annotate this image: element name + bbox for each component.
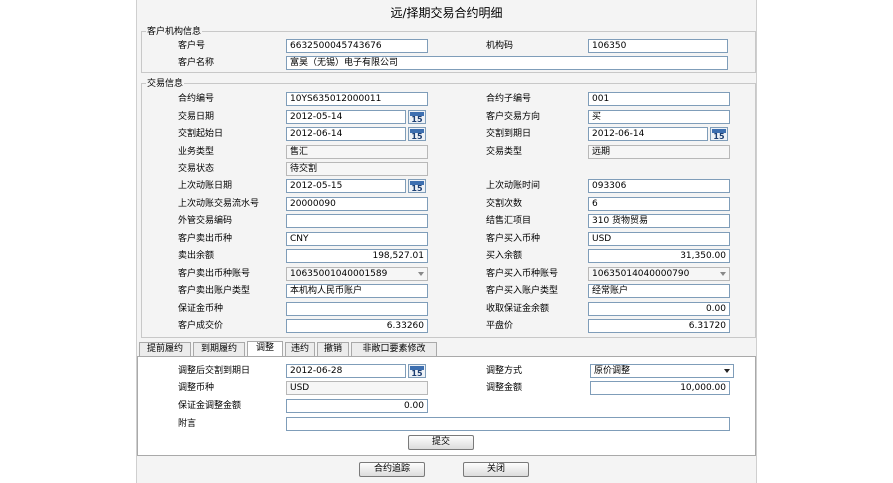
last-seq-field[interactable]: 20000090 <box>286 197 428 211</box>
sell-acct-type-field[interactable]: 本机构人民币账户 <box>286 284 428 298</box>
deal-price-label: 客户成交价 <box>178 321 224 331</box>
org-code-field[interactable]: 106350 <box>588 39 728 53</box>
buy-bal-label: 买入余额 <box>486 251 523 261</box>
tab-early-performance[interactable]: 提前履约 <box>139 342 191 356</box>
settle-item-field[interactable]: 310 货物贸易 <box>588 214 730 228</box>
adjust-amount-label: 调整金额 <box>486 383 523 393</box>
contract-trace-button[interactable]: 合约追踪 <box>359 462 425 477</box>
chevron-down-icon <box>418 272 424 276</box>
margin-bal-field[interactable]: 0.00 <box>588 302 730 316</box>
method-label: 调整方式 <box>486 366 523 376</box>
start-date-field[interactable]: 2012-06-14 <box>286 127 406 141</box>
trade-date-field[interactable]: 2012-05-14 <box>286 110 406 124</box>
close-button[interactable]: 关闭 <box>463 462 529 477</box>
direction-field[interactable]: 买 <box>588 110 730 124</box>
margin-adj-field[interactable]: 0.00 <box>286 399 428 413</box>
flat-price-field[interactable]: 6.31720 <box>588 319 730 333</box>
tab-non-exposure-edit[interactable]: 非敞口要素修改 <box>351 342 437 356</box>
org-code-label: 机构码 <box>486 41 514 51</box>
sell-acct-value: 10635001040001589 <box>290 269 388 279</box>
calendar-icon[interactable]: 15 <box>408 127 426 141</box>
deliv-count-field[interactable]: 6 <box>588 197 730 211</box>
last-time-field[interactable]: 093306 <box>588 179 730 193</box>
new-end-label: 调整后交割到期日 <box>178 366 251 376</box>
chevron-down-icon <box>724 369 730 373</box>
sub-no-field[interactable]: 001 <box>588 92 730 106</box>
submit-button[interactable]: 提交 <box>408 435 474 450</box>
new-end-field[interactable]: 2012-06-28 <box>286 364 406 378</box>
calendar-icon[interactable]: 15 <box>408 179 426 193</box>
method-value: 原价调整 <box>594 366 631 376</box>
tab-default[interactable]: 违约 <box>285 342 315 356</box>
adjust-ccy-field[interactable]: USD <box>286 381 428 395</box>
status-field[interactable]: 待交割 <box>286 162 428 176</box>
status-label: 交易状态 <box>178 164 215 174</box>
end-date-label: 交割到期日 <box>486 129 532 139</box>
trade-date-label: 交易日期 <box>178 112 215 122</box>
last-date-label: 上次动账日期 <box>178 181 233 191</box>
sell-ccy-label: 客户卖出币种 <box>178 234 233 244</box>
contract-no-label: 合约编号 <box>178 94 215 104</box>
last-time-label: 上次动账时间 <box>486 181 541 191</box>
direction-label: 客户交易方向 <box>486 112 541 122</box>
buy-bal-field[interactable]: 31,350.00 <box>588 249 730 263</box>
buy-acct-select[interactable]: 10635014040000790 <box>588 267 730 281</box>
deal-price-field[interactable]: 6.33260 <box>286 319 428 333</box>
trade-type-label: 交易类型 <box>486 147 523 157</box>
adjust-ccy-label: 调整币种 <box>178 383 215 393</box>
adjust-amount-field[interactable]: 10,000.00 <box>590 381 730 395</box>
last-date-field[interactable]: 2012-05-15 <box>286 179 406 193</box>
sell-bal-field[interactable]: 198,527.01 <box>286 249 428 263</box>
end-date-field[interactable]: 2012-06-14 <box>588 127 708 141</box>
margin-ccy-label: 保证金币种 <box>178 304 224 314</box>
cust-no-field[interactable]: 6632500045743676 <box>286 39 428 53</box>
chevron-down-icon <box>720 272 726 276</box>
margin-ccy-field[interactable] <box>286 302 428 316</box>
buy-ccy-label: 客户买入币种 <box>486 234 541 244</box>
cust-name-field[interactable]: 富昊（无锡）电子有限公司 <box>286 56 728 70</box>
last-seq-label: 上次动账交易流水号 <box>178 199 260 209</box>
tab-adjust[interactable]: 调整 <box>247 341 283 356</box>
ext-code-field[interactable] <box>286 214 428 228</box>
trade-type-field[interactable]: 远期 <box>588 145 730 159</box>
contract-no-field[interactable]: 10YS635012000011 <box>286 92 428 106</box>
customer-group-label: 客户机构信息 <box>146 24 203 37</box>
ext-code-label: 外管交易编码 <box>178 216 233 226</box>
calendar-icon[interactable]: 15 <box>408 364 426 378</box>
sell-acct-label: 客户卖出币种账号 <box>178 269 251 279</box>
tab-cancel[interactable]: 撤销 <box>317 342 349 356</box>
sell-bal-label: 卖出余额 <box>178 251 215 261</box>
note-label: 附言 <box>178 419 197 429</box>
buy-acct-label: 客户买入币种账号 <box>486 269 559 279</box>
method-select[interactable]: 原价调整 <box>590 364 734 378</box>
flat-price-label: 平盘价 <box>486 321 514 331</box>
window-title: 远/择期交易合约明细 <box>390 6 503 20</box>
tab-maturity-performance[interactable]: 到期履约 <box>193 342 245 356</box>
margin-adj-label: 保证金调整金额 <box>178 401 242 411</box>
margin-bal-label: 收取保证金余额 <box>486 304 550 314</box>
deliv-count-label: 交割次数 <box>486 199 523 209</box>
buy-acct-type-field[interactable]: 经常账户 <box>588 284 730 298</box>
trade-group-label: 交易信息 <box>146 76 185 89</box>
biz-type-field[interactable]: 售汇 <box>286 145 428 159</box>
start-date-label: 交割起始日 <box>178 129 224 139</box>
sell-ccy-field[interactable]: CNY <box>286 232 428 246</box>
cust-no-label: 客户号 <box>178 41 206 51</box>
cust-name-label: 客户名称 <box>178 58 215 68</box>
sub-no-label: 合约子编号 <box>486 94 532 104</box>
buy-acct-type-label: 客户买入账户类型 <box>486 286 559 296</box>
sell-acct-type-label: 客户卖出账户类型 <box>178 286 251 296</box>
buy-acct-value: 10635014040000790 <box>592 269 690 279</box>
sell-acct-select[interactable]: 10635001040001589 <box>286 267 428 281</box>
biz-type-label: 业务类型 <box>178 147 215 157</box>
settle-item-label: 结售汇项目 <box>486 216 532 226</box>
note-field[interactable] <box>286 417 730 431</box>
calendar-icon[interactable]: 15 <box>408 110 426 124</box>
calendar-icon[interactable]: 15 <box>710 127 728 141</box>
buy-ccy-field[interactable]: USD <box>588 232 730 246</box>
